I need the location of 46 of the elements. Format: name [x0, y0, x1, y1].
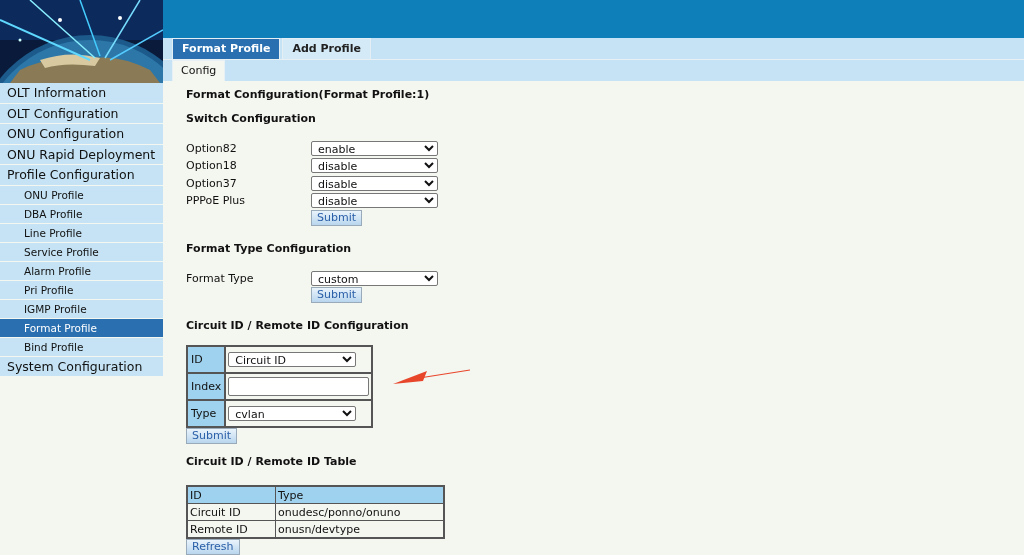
dropdown[interactable]: enable: [311, 140, 438, 156]
sidebar-subitem[interactable]: Service Profile: [0, 242, 163, 261]
column-header: ID: [187, 486, 276, 504]
sidebar-item[interactable]: ONU Configuration: [0, 124, 163, 144]
field-label: Option37: [186, 176, 238, 190]
dropdown[interactable]: cvlan: [228, 406, 357, 421]
sidebar-subitem[interactable]: ONU Profile: [0, 185, 163, 204]
sidebar-item[interactable]: System Configuration: [0, 356, 163, 376]
section-title: Circuit ID / Remote ID Configuration: [186, 319, 409, 332]
dropdown[interactable]: Circuit ID: [228, 352, 357, 367]
submit-button[interactable]: Submit: [186, 428, 238, 444]
sidebar-subitem[interactable]: Format Profile: [0, 318, 163, 337]
input-field[interactable]: [228, 377, 370, 396]
section-title: Format Type Configuration: [186, 241, 352, 255]
sidebar-subitem[interactable]: Line Profile: [0, 223, 163, 242]
field-label: Option18: [186, 159, 238, 173]
field-label: ID: [187, 346, 226, 373]
sidebar-item[interactable]: OLT Configuration: [0, 103, 163, 123]
submit-button[interactable]: Submit: [311, 209, 363, 226]
column-header: Type: [275, 486, 444, 504]
section-title: Switch Configuration: [186, 111, 316, 125]
sidebar-item[interactable]: OLT Information: [0, 83, 163, 103]
sidebar-subitem[interactable]: Pri Profile: [0, 280, 163, 299]
dropdown[interactable]: custom: [311, 270, 438, 286]
field-label: Option82: [186, 141, 238, 155]
tab[interactable]: Add Profile: [282, 37, 371, 59]
field-label: PPPoE Plus: [186, 194, 247, 208]
tab[interactable]: Format Profile: [172, 37, 281, 59]
sidebar-item[interactable]: Profile Configuration: [0, 165, 163, 185]
submit-button[interactable]: Submit: [311, 287, 363, 303]
table-cell: Circuit ID: [187, 503, 276, 521]
field-label: Format Type: [186, 271, 255, 285]
dropdown[interactable]: disable: [311, 158, 438, 174]
field-label: Index: [187, 373, 226, 400]
dropdown[interactable]: disable: [311, 193, 438, 209]
subtab[interactable]: Config: [172, 59, 226, 81]
field-label: Type: [187, 400, 226, 427]
dropdown[interactable]: disable: [311, 175, 438, 191]
sidebar-subitem[interactable]: Bind Profile: [0, 337, 163, 356]
section-title: Circuit ID / Remote ID Table: [186, 455, 357, 468]
sidebar-subitem[interactable]: IGMP Profile: [0, 299, 163, 318]
sidebar-item[interactable]: ONU Rapid Deployment: [0, 144, 163, 164]
sidebar-subitem[interactable]: Alarm Profile: [0, 261, 163, 280]
sidebar-subitem[interactable]: DBA Profile: [0, 204, 163, 223]
refresh-button[interactable]: Refresh: [186, 539, 240, 555]
page-title: Format Configuration(Format Profile:1): [186, 87, 430, 101]
